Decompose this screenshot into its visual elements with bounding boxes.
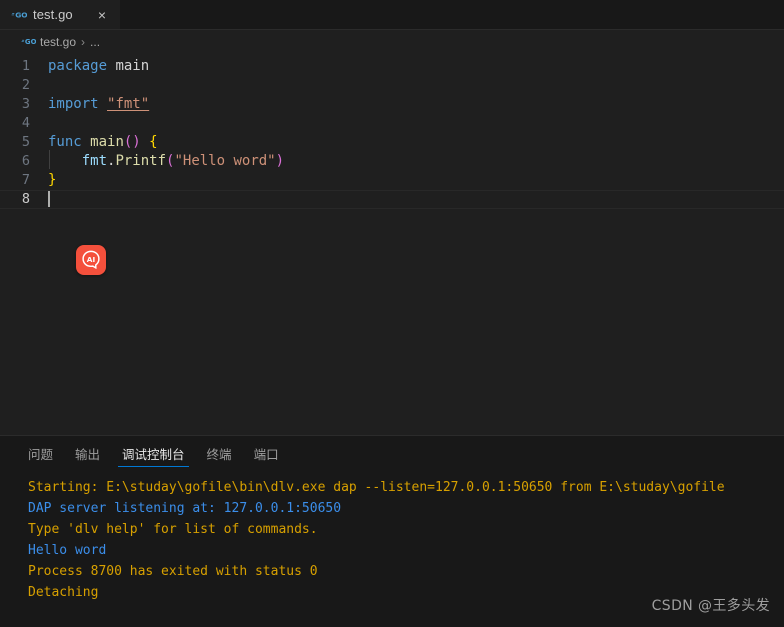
- code-editor[interactable]: 1 package main 2 3 import "fmt" 4 5 func…: [0, 53, 784, 435]
- watermark: CSDN @王多头发: [651, 598, 770, 614]
- token-string: "Hello word": [174, 153, 276, 169]
- line-content: import "fmt": [48, 95, 784, 114]
- line-content: fmt.Printf("Hello word"): [48, 150, 784, 171]
- line-number: 7: [21, 172, 30, 188]
- code-lines: 1 package main 2 3 import "fmt" 4 5 func…: [0, 53, 784, 209]
- line-number: 6: [21, 153, 30, 169]
- code-line[interactable]: 4: [0, 114, 784, 133]
- code-line[interactable]: 5 func main() {: [0, 133, 784, 152]
- token-open-brace: {: [149, 134, 158, 150]
- code-line-current[interactable]: 8: [0, 190, 784, 209]
- panel-tab-label: 端口: [253, 447, 279, 462]
- close-icon[interactable]: ×: [93, 6, 111, 24]
- console-line: Process 8700 has exited with status 0: [28, 564, 318, 579]
- editor-tab-test-go[interactable]: GO test.go ×: [0, 0, 120, 29]
- token-function-name: main: [90, 134, 124, 150]
- bottom-panel: 问题 输出 调试控制台 终端 端口 Starting: E:\studay\go…: [0, 435, 784, 627]
- panel-tab-terminal[interactable]: 终端: [199, 436, 240, 471]
- go-lang-icon: GO: [11, 7, 27, 23]
- console-line: Type 'dlv help' for list of commands.: [28, 522, 318, 537]
- token-identifier: main: [115, 58, 150, 74]
- code-line[interactable]: 1 package main: [0, 57, 784, 76]
- svg-text:AI: AI: [87, 255, 96, 264]
- ai-assistant-icon[interactable]: AI: [76, 245, 106, 275]
- breadcrumb-file-label: test.go: [40, 34, 77, 49]
- token-keyword: import: [48, 96, 99, 112]
- console-line: DAP server listening at: 127.0.0.1:50650: [28, 501, 342, 516]
- line-content: [48, 190, 784, 209]
- token-rparen: ): [275, 153, 285, 169]
- token-close-brace: }: [48, 172, 57, 188]
- line-number: 1: [21, 58, 30, 74]
- svg-text:GO: GO: [24, 38, 35, 46]
- code-line[interactable]: 3 import "fmt": [0, 95, 784, 114]
- editor-tab-label: test.go: [33, 7, 73, 22]
- editor-tab-bar: GO test.go ×: [0, 0, 784, 30]
- breadcrumb: GO test.go › ...: [0, 30, 784, 53]
- line-number-current: 8: [21, 191, 30, 207]
- code-line[interactable]: 6 fmt.Printf("Hello word"): [0, 150, 784, 171]
- svg-text:GO: GO: [15, 10, 27, 19]
- code-line[interactable]: 2: [0, 76, 784, 95]
- indent-guide: [49, 150, 50, 169]
- panel-tab-bar: 问题 输出 调试控制台 终端 端口: [0, 436, 784, 471]
- line-number: 3: [21, 96, 30, 112]
- text-cursor: [48, 191, 50, 207]
- token-parens: (): [123, 134, 141, 150]
- token-package-ref: fmt: [81, 153, 108, 169]
- chevron-right-icon: ›: [81, 34, 86, 49]
- line-content: func main() {: [48, 133, 784, 152]
- panel-tab-label: 问题: [28, 447, 54, 462]
- token-keyword: func: [48, 134, 82, 150]
- line-content: }: [48, 171, 784, 190]
- console-line: Starting: E:\studay\gofile\bin\dlv.exe d…: [28, 480, 725, 495]
- panel-tab-label: 终端: [206, 447, 232, 462]
- line-number: 5: [21, 134, 30, 150]
- line-number: 2: [21, 77, 30, 93]
- panel-tab-debug-console[interactable]: 调试控制台: [114, 436, 193, 471]
- code-line[interactable]: 7 }: [0, 171, 784, 190]
- token-import-path: "fmt": [107, 96, 150, 112]
- panel-tab-label: 输出: [75, 447, 101, 462]
- panel-tab-ports[interactable]: 端口: [246, 436, 287, 471]
- console-line: Hello word: [28, 543, 107, 558]
- breadcrumb-overflow[interactable]: ...: [90, 35, 100, 49]
- token-keyword: package: [48, 58, 108, 74]
- breadcrumb-item-file[interactable]: GO test.go: [20, 34, 76, 50]
- panel-tab-problems[interactable]: 问题: [20, 436, 61, 471]
- go-lang-icon: GO: [20, 34, 36, 50]
- vscode-window: GO test.go × GO test.go › ... 1 package …: [0, 0, 784, 627]
- token-method-name: Printf: [115, 153, 167, 169]
- panel-tab-output[interactable]: 输出: [67, 436, 108, 471]
- panel-tab-label: 调试控制台: [122, 447, 185, 462]
- line-number: 4: [21, 115, 30, 131]
- line-content: package main: [48, 57, 784, 76]
